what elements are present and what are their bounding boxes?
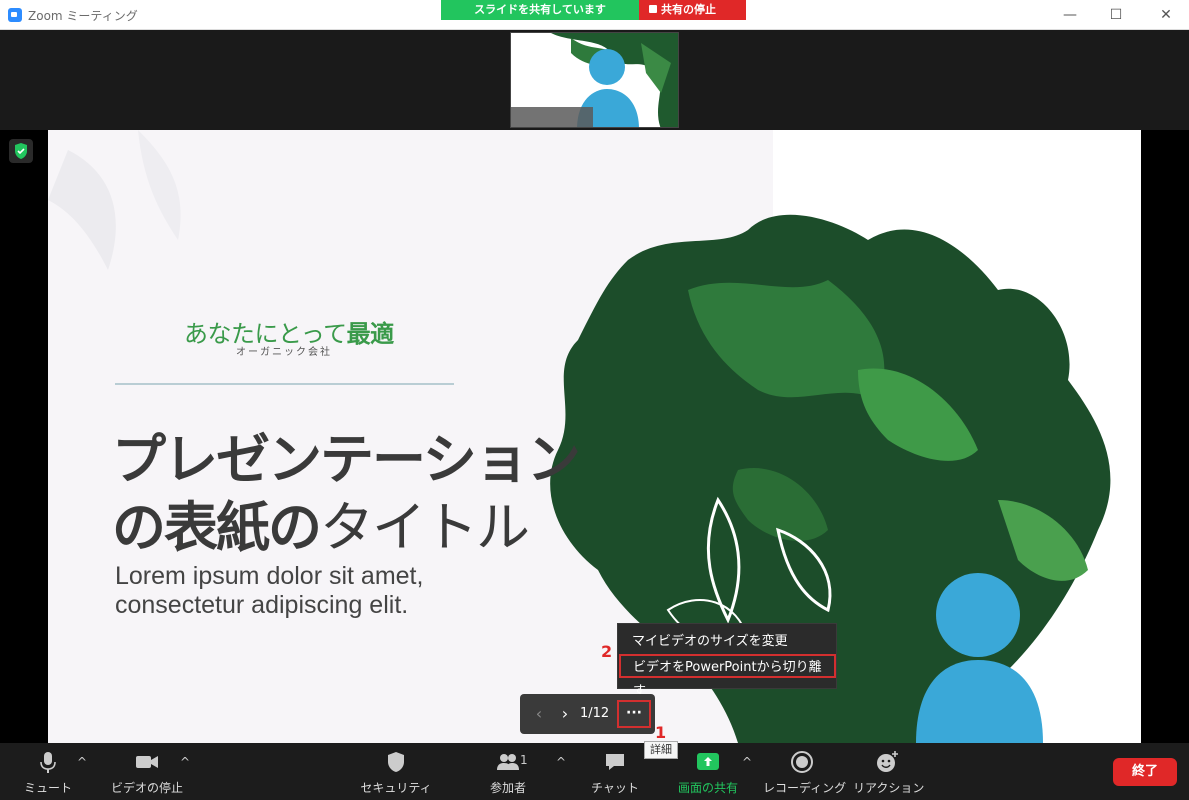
step-marker-2: 2 xyxy=(601,642,613,661)
smiley-plus-icon xyxy=(877,751,898,772)
stop-share-label: 共有の停止 xyxy=(661,3,716,16)
participants-count: 1 xyxy=(520,753,528,767)
participants-button[interactable]: 参加者 xyxy=(478,743,538,800)
menu-item-detach-video-from-powerpoint[interactable]: ビデオをPowerPointから切り離す xyxy=(619,654,836,699)
body-line1: Lorem ipsum dolor sit amet, xyxy=(115,562,424,590)
reactions-button[interactable]: リアクション xyxy=(853,743,925,800)
close-button[interactable]: ✕ xyxy=(1151,4,1181,26)
slide-body-text: Lorem ipsum dolor sit amet, consectetur … xyxy=(115,562,423,620)
participants-label: 参加者 xyxy=(489,781,526,795)
participants-icon xyxy=(497,754,519,770)
video-strip xyxy=(0,30,1189,130)
record-label: レコーディング xyxy=(763,781,847,795)
record-button[interactable]: レコーディング xyxy=(763,743,847,800)
minimize-button[interactable]: — xyxy=(1055,4,1085,26)
chevron-right-icon: › xyxy=(561,704,569,723)
menu-item-resize-my-video[interactable]: マイビデオのサイズを変更 xyxy=(618,630,836,654)
sharing-status-banner: スライドを共有しています xyxy=(441,0,639,20)
next-slide-button[interactable]: › xyxy=(556,704,574,724)
shield-icon xyxy=(388,752,404,772)
chevron-left-icon: ‹ xyxy=(535,704,543,723)
maximize-button[interactable]: ☐ xyxy=(1101,4,1131,26)
security-button[interactable]: セキュリティ xyxy=(360,743,432,800)
share-options-caret[interactable]: ^ xyxy=(742,755,752,769)
previous-slide-button[interactable]: ‹ xyxy=(530,704,548,724)
stop-icon xyxy=(649,5,657,13)
slide-divider xyxy=(115,383,454,385)
body-line2: consectetur adipiscing elit. xyxy=(115,591,409,619)
slide-control-bar: ‹ › 1/12 ··· xyxy=(520,694,655,734)
title-light-part: タイトル xyxy=(320,496,530,559)
brand-bold-text: 最適 xyxy=(346,320,395,348)
share-screen-button[interactable]: 画面の共有 xyxy=(670,743,746,800)
encryption-shield-icon[interactable] xyxy=(9,139,33,163)
participant-name-bar xyxy=(511,107,593,127)
more-tooltip: 詳細 xyxy=(644,741,678,759)
more-options-menu: マイビデオのサイズを変更 ビデオをPowerPointから切り離す xyxy=(617,623,837,699)
slide-page-indicator: 1/12 xyxy=(580,706,610,721)
self-video-thumbnail[interactable] xyxy=(510,32,679,128)
slide-title: プレゼンテーション の表紙のタイトル xyxy=(112,426,581,562)
title-bold-part: の表紙の xyxy=(112,496,322,559)
meeting-toolbar: ミュート ^ ビデオの停止 ^ セキュリティ 参加者 1 ^ チャット 画面の共… xyxy=(0,743,1189,800)
stop-video-button[interactable]: ビデオの停止 xyxy=(105,743,189,800)
window-title-bar: Zoom ミーティング スライドを共有しています 共有の停止 — ☐ ✕ xyxy=(0,0,1189,30)
share-screen-icon xyxy=(697,753,719,770)
chat-icon xyxy=(606,754,624,770)
zoom-app-icon xyxy=(8,8,22,22)
microphone-icon xyxy=(40,752,56,773)
window-title: Zoom ミーティング xyxy=(28,9,138,23)
audio-options-caret[interactable]: ^ xyxy=(77,755,87,769)
security-label: セキュリティ xyxy=(360,781,432,795)
shared-slide: あなたにとって最適 オーガニック会社 プレゼンテーション の表紙のタイトル Lo… xyxy=(48,130,1141,743)
reactions-label: リアクション xyxy=(853,781,925,795)
mute-button[interactable]: ミュート xyxy=(15,743,81,800)
video-options-caret[interactable]: ^ xyxy=(180,755,190,769)
end-meeting-button[interactable]: 終了 xyxy=(1113,758,1177,786)
stop-share-button[interactable]: 共有の停止 xyxy=(639,0,746,20)
chat-button[interactable]: チャット xyxy=(587,743,643,800)
slide-title-line2: の表紙のタイトル xyxy=(112,494,579,562)
mute-label: ミュート xyxy=(23,781,72,795)
record-icon xyxy=(791,751,813,773)
participants-options-caret[interactable]: ^ xyxy=(556,755,566,769)
faint-leaf-decoration xyxy=(48,130,181,270)
more-options-button[interactable]: ··· xyxy=(617,700,651,728)
share-screen-label: 画面の共有 xyxy=(677,781,738,795)
chat-label: チャット xyxy=(591,781,639,795)
video-camera-icon xyxy=(136,756,158,768)
slide-title-line1: プレゼンテーション xyxy=(112,428,581,491)
step-marker-1: 1 xyxy=(655,723,667,742)
slide-brand-subtitle: オーガニック会社 xyxy=(236,347,332,358)
stop-video-label: ビデオの停止 xyxy=(110,781,183,795)
